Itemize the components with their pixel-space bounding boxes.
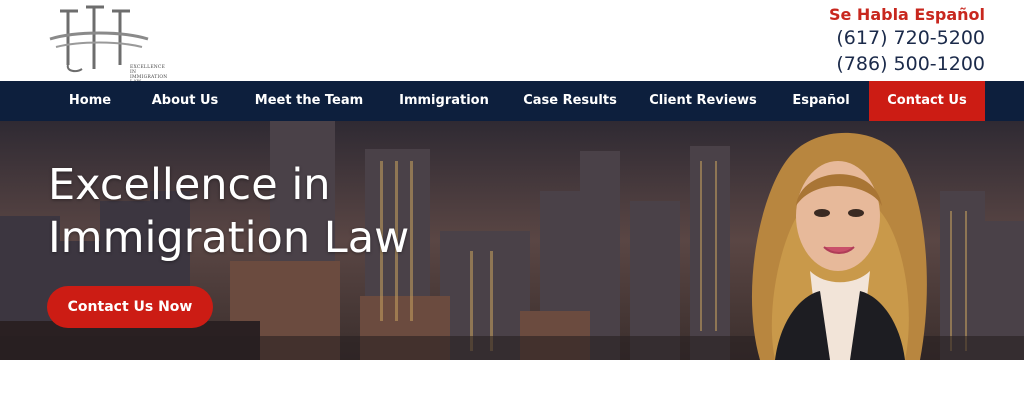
nav-item-contact-us[interactable]: Contact Us	[869, 81, 985, 121]
phone-link-1[interactable]: (617) 720-5200	[829, 25, 985, 51]
spanish-notice: Se Habla Español	[828, 5, 985, 24]
hero-title-line-1: Excellence in	[48, 160, 331, 210]
hero-title: Excellence in Immigration Law	[48, 159, 409, 265]
contact-us-now-button[interactable]: Contact Us Now	[47, 286, 213, 328]
nav-item-about-us[interactable]: About Us	[142, 81, 228, 121]
main-nav: Home About Us Meet the Team Immigration …	[0, 81, 1024, 121]
phone-link-2[interactable]: (786) 500-1200	[829, 51, 985, 77]
logo-icon[interactable]: EXCELLENCE IN IMMIGRATION LAW	[46, 3, 167, 85]
nav-item-immigration[interactable]: Immigration	[392, 81, 496, 121]
hero-banner: Excellence in Immigration Law Contact Us…	[0, 121, 1024, 360]
hero-title-line-2: Immigration Law	[48, 213, 410, 263]
nav-item-espanol[interactable]: Español	[784, 81, 858, 121]
nav-item-home[interactable]: Home	[56, 81, 124, 121]
nav-item-meet-the-team[interactable]: Meet the Team	[248, 81, 370, 121]
site-header: EXCELLENCE IN IMMIGRATION LAW Se Habla E…	[0, 0, 1024, 85]
nav-item-case-results[interactable]: Case Results	[518, 81, 622, 121]
nav-item-client-reviews[interactable]: Client Reviews	[642, 81, 764, 121]
attorney-portrait-image	[751, 132, 927, 360]
page-content-area	[0, 360, 1024, 402]
contact-block: Se Habla Español (617) 720-5200 (786) 50…	[829, 5, 985, 77]
logo-tagline: EXCELLENCE IN	[130, 65, 166, 75]
